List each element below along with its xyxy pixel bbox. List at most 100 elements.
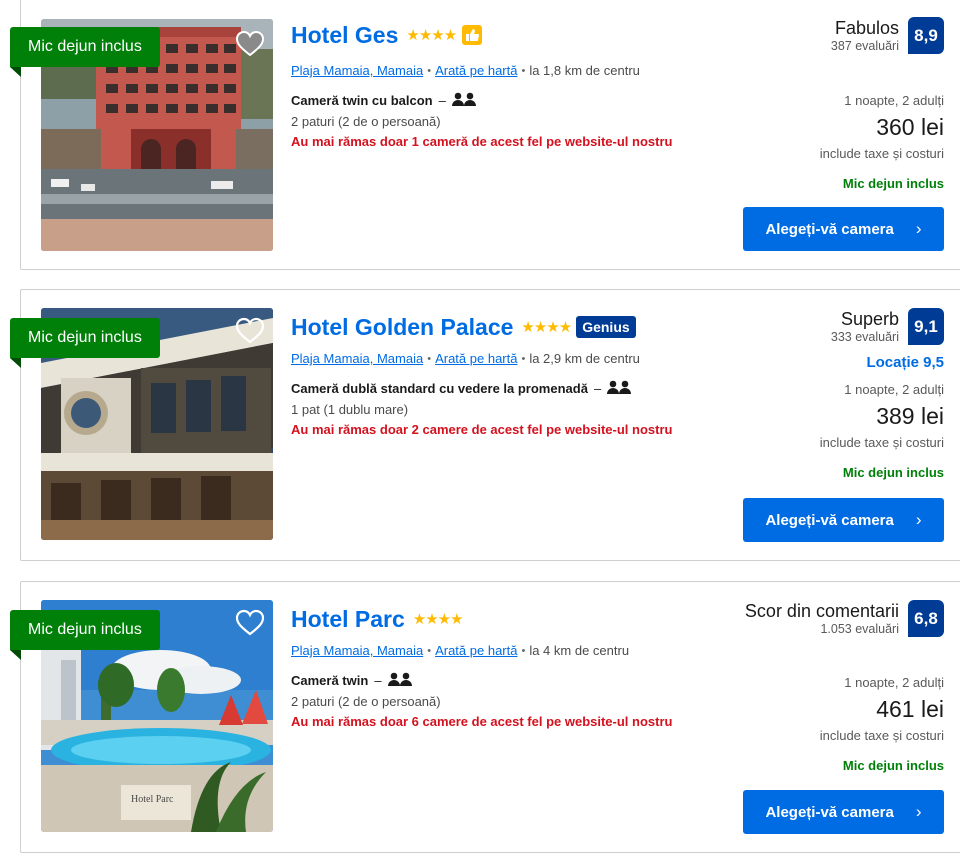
favorite-heart-icon[interactable] xyxy=(235,30,265,58)
dash-separator: – xyxy=(593,381,602,396)
two-guests-icon xyxy=(607,380,632,397)
location-row: Plaja Mamaia, Mamaia • Arată pe hartă • … xyxy=(291,63,640,78)
separator-dot: • xyxy=(427,352,432,365)
price: 389 lei xyxy=(876,403,944,429)
breakfast-included: Mic dejun inclus xyxy=(842,176,944,191)
location-score: Locație 9,5 xyxy=(866,354,944,371)
bed-info: 2 paturi (2 de o persoană) xyxy=(291,694,441,709)
availability-warning: Au mai rămas doar 6 camere de acest fel … xyxy=(291,714,673,729)
title-row: Hotel Golden Palace ★★★★ Genius xyxy=(291,310,636,344)
dash-separator: – xyxy=(374,673,382,688)
breakfast-ribbon: Mic dejun inclus xyxy=(10,27,160,67)
title-row: Hotel Ges ★★★★ xyxy=(291,18,483,52)
stars-icon: ★★★★ xyxy=(412,610,464,628)
price: 360 lei xyxy=(876,114,944,140)
separator-dot: • xyxy=(427,644,432,657)
room-type: Cameră dublă standard cu vedere la prome… xyxy=(291,380,632,397)
score-text: Scor din comentarii 1.053 evaluări xyxy=(745,600,899,637)
ribbon-tail xyxy=(10,67,21,77)
stay-details: 1 noapte, 2 adulți xyxy=(844,675,944,690)
location-link[interactable]: Plaja Mamaia, Mamaia xyxy=(291,643,423,658)
photo-sign: Hotel Parc xyxy=(131,794,174,805)
two-guests-icon xyxy=(451,92,476,109)
chevron-right-icon: › xyxy=(915,510,922,529)
stars-icon: ★★★★ xyxy=(521,318,572,336)
button-label: Alegeți-vă camera xyxy=(765,803,894,821)
distance-text: la 1,8 km de centru xyxy=(529,63,640,78)
review-score[interactable]: Scor din comentarii 1.053 evaluări 6,8 xyxy=(745,600,944,637)
bed-info: 2 paturi (2 de o persoană) xyxy=(291,114,441,129)
location-link[interactable]: Plaja Mamaia, Mamaia xyxy=(291,351,423,366)
choose-room-button[interactable]: Alegeți-vă camera › xyxy=(743,790,944,834)
taxes-note: include taxe și costuri xyxy=(819,146,944,161)
location-row: Plaja Mamaia, Mamaia • Arată pe hartă • … xyxy=(291,643,629,658)
chevron-right-icon: › xyxy=(915,802,922,821)
separator-dot: • xyxy=(521,352,526,365)
location-link[interactable]: Plaja Mamaia, Mamaia xyxy=(291,63,423,78)
rating-word: Scor din comentarii xyxy=(744,601,899,621)
score-text: Fabulos 387 evaluări xyxy=(831,17,899,54)
review-score[interactable]: Superb 333 evaluări 9,1 xyxy=(831,308,944,345)
separator-dot: • xyxy=(521,64,526,77)
availability-warning: Au mai rămas doar 1 cameră de acest fel … xyxy=(291,134,673,149)
thumbs-up-icon xyxy=(462,25,483,45)
two-guests-icon xyxy=(387,672,412,689)
choose-room-button[interactable]: Alegeți-vă camera › xyxy=(743,207,944,251)
stay-details: 1 noapte, 2 adulți xyxy=(844,93,944,108)
genius-badge: Genius xyxy=(576,316,636,338)
separator-dot: • xyxy=(521,644,526,657)
hotel-name[interactable]: Hotel Parc xyxy=(291,606,405,633)
choose-room-button[interactable]: Alegeți-vă camera › xyxy=(743,498,944,542)
dash-separator: – xyxy=(438,93,446,108)
score-badge: 8,9 xyxy=(908,17,944,54)
button-label: Alegeți-vă camera xyxy=(765,220,894,238)
distance-text: la 4 km de centru xyxy=(529,643,630,658)
hotel-card: Mic dejun inclus Hotel Golden Palace ★★★… xyxy=(10,289,960,561)
score-badge: 6,8 xyxy=(908,600,944,637)
favorite-heart-icon[interactable] xyxy=(235,317,265,345)
star-rating: ★★★★ xyxy=(521,318,572,336)
star-rating: ★★★★ xyxy=(412,610,464,628)
separator-dot: • xyxy=(427,64,432,77)
distance-text: la 2,9 km de centru xyxy=(529,351,640,366)
breakfast-ribbon: Mic dejun inclus xyxy=(10,318,160,358)
room-type: Cameră twin cu balcon – xyxy=(291,92,476,109)
button-label: Alegeți-vă camera xyxy=(765,511,894,529)
review-count: 1.053 evaluări xyxy=(820,622,899,636)
rating-word: Superb xyxy=(840,309,899,329)
stars-icon: ★★★★ xyxy=(406,26,457,44)
title-row: Hotel Parc ★★★★ xyxy=(291,602,464,636)
room-type: Cameră twin – xyxy=(291,672,412,689)
show-on-map-link[interactable]: Arată pe hartă xyxy=(435,63,517,78)
chevron-right-icon: › xyxy=(915,219,922,238)
ribbon-tail xyxy=(10,358,21,368)
room-name: Cameră dublă standard cu vedere la prome… xyxy=(291,381,588,396)
hotel-name[interactable]: Hotel Ges xyxy=(291,22,398,49)
room-name: Cameră twin xyxy=(291,673,369,688)
favorite-heart-icon[interactable] xyxy=(235,609,265,637)
taxes-note: include taxe și costuri xyxy=(819,728,944,743)
breakfast-included: Mic dejun inclus xyxy=(842,465,944,480)
hotel-name[interactable]: Hotel Golden Palace xyxy=(291,314,513,341)
show-on-map-link[interactable]: Arată pe hartă xyxy=(435,643,517,658)
score-badge: 9,1 xyxy=(908,308,944,345)
taxes-note: include taxe și costuri xyxy=(819,435,944,450)
breakfast-included: Mic dejun inclus xyxy=(842,758,944,773)
review-score[interactable]: Fabulos 387 evaluări 8,9 xyxy=(831,17,944,54)
show-on-map-link[interactable]: Arată pe hartă xyxy=(435,351,517,366)
bed-info: 1 pat (1 dublu mare) xyxy=(291,402,409,417)
availability-warning: Au mai rămas doar 2 camere de acest fel … xyxy=(291,422,673,437)
breakfast-ribbon: Mic dejun inclus xyxy=(10,610,160,650)
ribbon-tail xyxy=(10,650,21,660)
score-text: Superb 333 evaluări xyxy=(831,308,899,345)
location-row: Plaja Mamaia, Mamaia • Arată pe hartă • … xyxy=(291,351,640,366)
rating-word: Fabulos xyxy=(834,18,899,38)
hotel-card: Mic dejun inclus Hotel Parc Hotel Parc ★… xyxy=(10,581,960,853)
review-count: 387 evaluări xyxy=(830,39,899,53)
stay-details: 1 noapte, 2 adulți xyxy=(844,382,944,397)
price: 461 lei xyxy=(876,696,944,722)
room-name: Cameră twin cu balcon xyxy=(291,93,433,108)
hotel-card: Mic dejun inclus Hotel Ges ★★★★ Plaja Ma… xyxy=(10,0,960,270)
star-rating: ★★★★ xyxy=(406,26,457,44)
review-count: 333 evaluări xyxy=(830,330,899,344)
